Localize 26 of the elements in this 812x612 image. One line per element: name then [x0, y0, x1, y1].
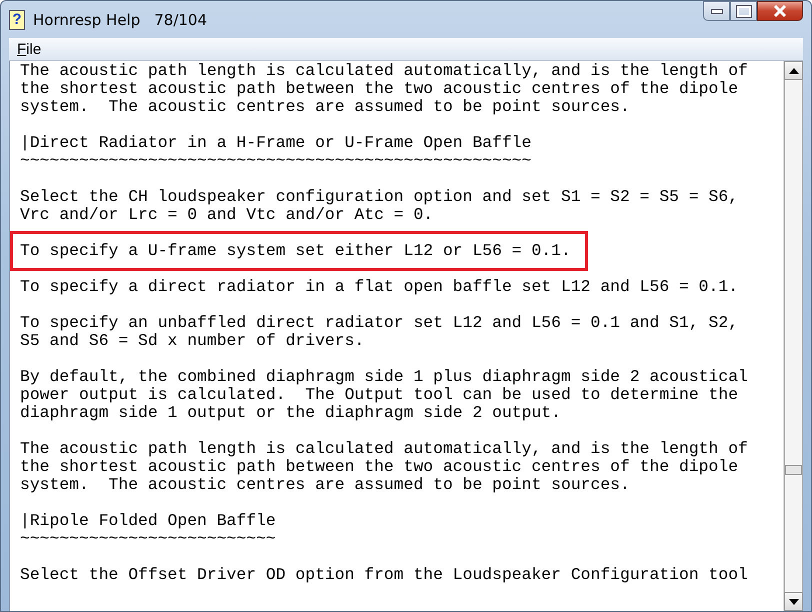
- help-paragraph: To specify a direct radiator in a flat open baffle set L12 and L56 = 0.1.: [20, 278, 740, 296]
- help-paragraph: Select the Offset Driver OD option from the Loudspeaker Configuration tool: [20, 566, 749, 584]
- caret-up-icon: [788, 68, 798, 74]
- caret-down-icon: [788, 598, 798, 604]
- help-paragraph: The acoustic path length is calculated automatically, and is the length of the shortest acoustic path between the two acoustic centres of the dipole system. The acoustic centres are assumed to be point sources.: [20, 62, 749, 116]
- tilde-underline: ~~~~~~~~~~~~~~~~~~~~~~~~~~~~~~~~~~~~~~~~~~~~~~~~~~~~: [20, 152, 532, 170]
- section-heading: |Ripole Folded Open Baffle: [20, 512, 277, 530]
- help-paragraph: By default, the combined diaphragm side 1 plus diaphragm side 2 acoustical power output is calculated. The Output tool can be used to determine the diaphragm side 1 output or the diaphragm side 2 output.: [20, 368, 749, 422]
- help-icon: ?: [9, 10, 25, 30]
- section-heading: |Direct Radiator in a H-Frame or U-Frame Open Baffle: [20, 134, 532, 152]
- help-paragraph: Select the CH loudspeaker configuration option and set S1 = S2 = S5 = S6, Vrc and/or Lrc = 0 and Vtc and/or Atc = 0.: [20, 188, 740, 224]
- tilde-underline: ~~~~~~~~~~~~~~~~~~~~~~~~~~: [20, 530, 277, 548]
- help-paragraph: The acoustic path length is calculated automatically, and is the length of the shortest acoustic path between the two acoustic centres of the dipole system. The acoustic centres are assumed to be point sources.: [20, 440, 749, 494]
- scrollbar[interactable]: [783, 61, 803, 611]
- window-title: Hornresp Help: [33, 10, 140, 28]
- minimize-button[interactable]: [703, 1, 730, 21]
- scroll-thumb[interactable]: [785, 465, 802, 475]
- scroll-up-button[interactable]: [784, 61, 803, 80]
- close-icon: [773, 5, 787, 17]
- maximize-button[interactable]: [730, 1, 757, 21]
- help-paragraph: To specify a U-frame system set either L12 or L56 = 0.1.: [10, 231, 588, 271]
- scroll-down-button[interactable]: [784, 592, 803, 611]
- help-paragraph: To specify an unbaffled direct radiator set L12 and L56 = 0.1 and S1, S2, S5 and S6 = Sd x number of drivers.: [20, 314, 740, 350]
- menu-item[interactable]: File: [15, 40, 44, 58]
- page-counter: 78/104: [154, 10, 208, 28]
- close-button[interactable]: [757, 1, 803, 21]
